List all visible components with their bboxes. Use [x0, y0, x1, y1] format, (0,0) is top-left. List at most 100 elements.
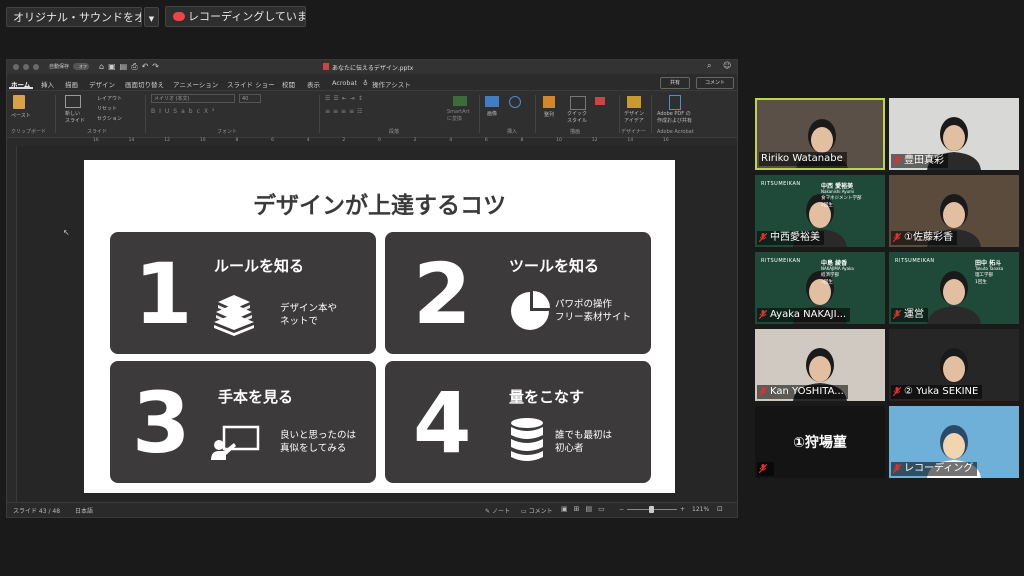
- minimize-window-button[interactable]: [23, 64, 29, 70]
- mic-muted-icon: [892, 155, 902, 165]
- tab-7[interactable]: 校閲: [282, 79, 295, 89]
- school-logo: RITSUMEIKAN: [761, 258, 801, 264]
- tab-6[interactable]: スライド ショー: [227, 79, 275, 89]
- align-buttons[interactable]: ≡≡≡≡☷: [325, 108, 366, 115]
- tip-number: 1: [134, 245, 193, 343]
- layout-button[interactable]: レイアウト: [97, 95, 122, 102]
- comment-button[interactable]: コメント: [696, 77, 734, 89]
- image-icon[interactable]: [485, 96, 499, 107]
- tab-8[interactable]: 表示: [307, 79, 320, 89]
- recording-label: レコーディングしています...: [188, 10, 306, 23]
- file-title: あなたに伝えるデザイン.pptx: [332, 65, 414, 72]
- mic-muted-icon: [758, 232, 768, 242]
- tab-2[interactable]: 描画: [65, 79, 78, 89]
- quick-access-toolbar[interactable]: ⌂▣▤⎙↶↷: [99, 62, 163, 72]
- language-indicator[interactable]: 日本語: [75, 506, 93, 515]
- smartart-icon[interactable]: [453, 96, 467, 106]
- insert-group-label: 挿入: [507, 129, 518, 135]
- fit-slide-icon[interactable]: ⊡: [717, 505, 723, 513]
- tip-description: 良いと思ったのは 真似をしてみる: [280, 430, 357, 454]
- font-size-select[interactable]: 40: [239, 94, 261, 103]
- card-year: 1回生: [975, 280, 987, 285]
- zoom-level[interactable]: 121%: [692, 506, 709, 513]
- tab-5[interactable]: アニメーション: [173, 79, 218, 89]
- section-button[interactable]: セクション: [97, 115, 122, 122]
- quick-style-icon[interactable]: [570, 96, 586, 110]
- participant-tile[interactable]: レコーディング: [889, 406, 1019, 478]
- participant-name-label: 豊田真彩: [891, 154, 948, 168]
- zoom-slider-thumb[interactable]: [649, 506, 654, 513]
- tab-9[interactable]: Acrobat: [332, 79, 357, 87]
- design-idea-label: デザイン アイデア: [624, 111, 645, 124]
- participant-name-label: 運営: [891, 308, 928, 322]
- participant-tile[interactable]: Kan YOSHITA...: [755, 329, 885, 401]
- paragraph-group-label: 段落: [389, 129, 400, 135]
- recording-indicator[interactable]: レコーディングしています...: [165, 6, 306, 27]
- title-bar: 自動保存 オフ ⌂▣▤⎙↶↷ あなたに伝えるデザイン.pptx ⌕ ☺: [7, 60, 737, 74]
- slide-counter: スライド 43 / 48: [13, 508, 61, 515]
- paragraph-buttons[interactable]: ☰☰⇤⇥↕: [325, 95, 366, 102]
- participant-tile[interactable]: RITSUMEIKAN 中西 愛裕美 Nakanishi Ayumi 食マネジメント学…: [755, 175, 885, 247]
- participant-tile[interactable]: ② Yuka SEKINE: [889, 329, 1019, 401]
- pptx-file-icon: [323, 63, 329, 70]
- tab-1[interactable]: 挿入: [41, 79, 54, 89]
- assist-search[interactable]: 操作アシスト: [372, 79, 411, 89]
- card-year: 3回生: [821, 280, 833, 285]
- vertical-ruler: [7, 146, 17, 504]
- ruler-number: 2: [342, 138, 346, 143]
- autosave-toggle[interactable]: オフ: [73, 63, 89, 70]
- ruler-number: 8: [520, 138, 524, 143]
- comments-button[interactable]: ▭ コメント: [521, 506, 553, 515]
- mic-muted-icon: [892, 232, 902, 242]
- quick-style-label: クイック スタイル: [567, 111, 588, 124]
- participant-tile[interactable]: Ririko Watanabe: [755, 98, 885, 170]
- close-window-button[interactable]: [13, 64, 19, 70]
- participant-tile[interactable]: ①狩場菫: [755, 406, 885, 478]
- font-format-buttons[interactable]: BIUSabcX²: [151, 108, 218, 115]
- participant-name-label: Ayaka NAKAJI...: [757, 308, 851, 322]
- zoom-in-button[interactable]: +: [680, 506, 685, 513]
- school-logo: RITSUMEIKAN: [895, 258, 935, 264]
- zoom-out-button[interactable]: −: [619, 506, 624, 513]
- design-idea-icon[interactable]: [627, 96, 641, 108]
- view-buttons[interactable]: ▣⊞▤▭: [561, 505, 611, 513]
- tab-4[interactable]: 画面切り替え: [125, 79, 164, 89]
- ruler-number: 8: [235, 138, 239, 143]
- participant-tile[interactable]: 豊田真彩: [889, 98, 1019, 170]
- notes-button[interactable]: ✎ ノート: [485, 506, 510, 515]
- paste-icon[interactable]: [13, 95, 25, 109]
- mic-muted-icon: [758, 309, 768, 319]
- tab-3[interactable]: デザイン: [89, 79, 115, 89]
- participant-name: 豊田真彩: [904, 155, 944, 166]
- ruler-number: 4: [449, 138, 453, 143]
- font-group-label: フォント: [217, 129, 238, 135]
- participant-tile[interactable]: ①佐藤彩香: [889, 175, 1019, 247]
- participant-name: ①佐藤彩香: [904, 232, 953, 243]
- tip-number: 2: [413, 245, 472, 343]
- maximize-window-button[interactable]: [33, 64, 39, 70]
- shapes-icon[interactable]: [509, 96, 521, 108]
- notes-label: ノート: [491, 508, 510, 515]
- ruler-number: 14: [128, 138, 135, 143]
- ribbon: ペースト クリップボード 新しい スライド レイアウト リセット セクション ス…: [7, 90, 737, 138]
- sound-dropdown-button[interactable]: ▼: [144, 7, 159, 27]
- participant-tile[interactable]: RITSUMEIKAN 中島 綾香 NAKAJIMA Ayaka 経済学部 3回生 Aya…: [755, 252, 885, 324]
- original-sound-button[interactable]: オリジナル・サウンドをオンにする: [6, 7, 142, 27]
- participant-tile[interactable]: RITSUMEIKAN 田中 拓斗 Takuto Tanaka 理工学部 1回生 運営: [889, 252, 1019, 324]
- new-slide-icon[interactable]: [65, 95, 81, 108]
- horizontal-ruler: 16 14 12 10 8 6 4 2 0 2 4 6 8 10 12 14 16: [7, 138, 737, 145]
- settings-icon[interactable]: ☺: [723, 61, 731, 70]
- arrange-icon[interactable]: [543, 96, 555, 108]
- fill-color-icon[interactable]: [595, 97, 605, 105]
- mic-muted-icon: [758, 386, 768, 396]
- new-slide-label: 新しい スライド: [65, 111, 86, 124]
- reset-button[interactable]: リセット: [97, 105, 117, 112]
- ruler-number: 0: [378, 138, 381, 143]
- slide[interactable]: デザインが上達するコツ 1 ルールを知る デザイン本や ネットで 2 ツールを知…: [84, 160, 675, 493]
- adobe-pdf-icon[interactable]: [669, 95, 681, 110]
- search-icon[interactable]: ⌕: [707, 61, 711, 71]
- font-name-select[interactable]: メイリオ (本文): [151, 94, 235, 103]
- cloud-record-icon: [173, 12, 185, 21]
- participant-name: レコーディング: [904, 463, 974, 474]
- share-button[interactable]: 共有: [660, 77, 690, 89]
